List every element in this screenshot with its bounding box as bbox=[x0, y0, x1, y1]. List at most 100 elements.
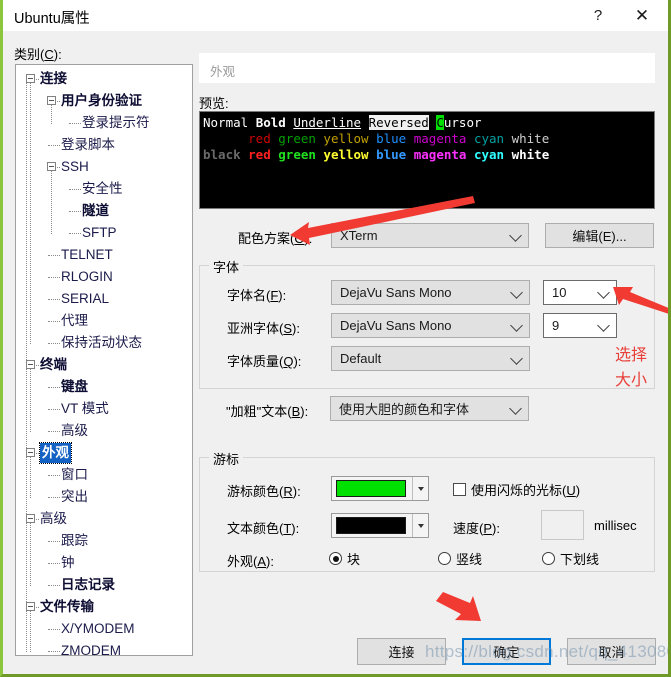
preview-token: cyan bbox=[473, 131, 512, 146]
tree-guide-line bbox=[30, 611, 32, 652]
font-name-label: 字体名(F): bbox=[227, 288, 287, 303]
chevron-down-icon bbox=[597, 318, 610, 332]
tree-expander-icon[interactable] bbox=[47, 162, 56, 171]
category-tree[interactable]: 连接用户身份验证登录提示符登录脚本 SSH 安全性隧道 SFTP TELNET RLOGI… bbox=[15, 64, 193, 656]
tree-item-label: X/YMODEM bbox=[61, 621, 135, 636]
tree-item-label: 用户身份验证 bbox=[61, 93, 142, 108]
tree-item-label: VT 模式 bbox=[61, 401, 109, 416]
tree-expander-icon[interactable] bbox=[26, 74, 35, 83]
tree-connector bbox=[48, 299, 60, 301]
tree-item-13[interactable]: 终端 bbox=[40, 355, 67, 375]
asian-font-size-select[interactable]: 9 bbox=[543, 313, 617, 338]
tree-item-label: 终端 bbox=[40, 357, 67, 372]
tree-item-21[interactable]: 跟踪 bbox=[61, 531, 88, 551]
color-scheme-row: 配色方案(O): XTerm 编辑(E)... bbox=[199, 223, 655, 249]
asian-font-select[interactable]: DejaVu Sans Mono bbox=[331, 313, 530, 338]
tree-item-17[interactable]: 外观 bbox=[39, 442, 72, 464]
font-name-select[interactable]: DejaVu Sans Mono bbox=[331, 280, 530, 305]
preview-token: cyan bbox=[473, 147, 512, 162]
annotation-select-line1: 选择 bbox=[615, 347, 648, 364]
tree-item-3[interactable]: 登录脚本 bbox=[61, 135, 115, 155]
preview-token: yellow bbox=[323, 147, 377, 162]
tree-item-6[interactable]: 隧道 bbox=[82, 201, 109, 221]
font-size-select[interactable]: 10 bbox=[543, 280, 617, 305]
cursor-shape-underline-label: 下划线 bbox=[560, 552, 600, 567]
tree-item-label: 隧道 bbox=[82, 203, 109, 218]
tree-item-label: TELNET bbox=[61, 247, 113, 262]
annotation-select-line2: 大小 bbox=[615, 372, 648, 389]
tree-item-19[interactable]: 突出 bbox=[61, 487, 88, 507]
asian-font-size-value: 9 bbox=[552, 318, 560, 333]
tree-item-label: SERIAL bbox=[61, 291, 110, 306]
tree-connector bbox=[69, 233, 81, 235]
tree-item-8[interactable]: TELNET bbox=[61, 245, 113, 265]
cursor-color-picker[interactable] bbox=[331, 476, 429, 501]
tree-guide-line bbox=[51, 171, 53, 234]
preview-token: ursor bbox=[443, 115, 482, 130]
tree-item-label: ZMODEM bbox=[61, 643, 121, 656]
tree-item-14[interactable]: 键盘 bbox=[61, 377, 88, 397]
cursor-shape-block-radio[interactable]: 块 bbox=[329, 549, 360, 568]
tree-guide-line bbox=[30, 457, 32, 498]
tree-item-0[interactable]: 连接 bbox=[40, 69, 67, 89]
tree-item-label: 外观 bbox=[39, 442, 72, 464]
tree-item-7[interactable]: SFTP bbox=[82, 223, 117, 243]
text-color-label: 文本颜色(T): bbox=[227, 521, 300, 536]
tree-item-12[interactable]: 保持活动状态 bbox=[61, 333, 142, 353]
chevron-down-icon bbox=[509, 228, 522, 242]
tree-item-24[interactable]: 文件传输 bbox=[40, 597, 94, 617]
tree-item-26[interactable]: ZMODEM bbox=[61, 641, 121, 656]
window-title: Ubuntu属性 bbox=[14, 11, 90, 27]
tree-item-2[interactable]: 登录提示符 bbox=[82, 113, 150, 133]
tree-item-label: 登录提示符 bbox=[82, 115, 150, 130]
tree-connector bbox=[48, 585, 60, 587]
cursor-shape-vline-radio[interactable]: 竖线 bbox=[438, 549, 482, 568]
tree-item-9[interactable]: RLOGIN bbox=[61, 267, 113, 287]
tree-item-11[interactable]: 代理 bbox=[61, 311, 88, 331]
color-scheme-select[interactable]: XTerm bbox=[331, 223, 529, 248]
tree-item-23[interactable]: 日志记录 bbox=[61, 575, 115, 595]
preview-token: magenta bbox=[413, 147, 474, 162]
tree-item-label: 连接 bbox=[40, 71, 67, 86]
text-color-swatch bbox=[336, 517, 406, 534]
tree-guide-line bbox=[30, 523, 32, 586]
blink-speed-input[interactable] bbox=[541, 510, 584, 540]
tree-expander-icon[interactable] bbox=[47, 96, 56, 105]
preview-token: Reversed bbox=[368, 115, 429, 130]
cursor-color-swatch bbox=[336, 480, 406, 497]
tree-item-16[interactable]: 高级 bbox=[61, 421, 88, 441]
tree-item-25[interactable]: X/YMODEM bbox=[61, 619, 135, 639]
tree-item-4[interactable]: SSH bbox=[61, 157, 89, 177]
tree-item-label: 保持活动状态 bbox=[61, 335, 142, 350]
tree-item-label: 键盘 bbox=[61, 379, 88, 394]
tree-item-15[interactable]: VT 模式 bbox=[61, 399, 109, 419]
tree-item-1[interactable]: 用户身份验证 bbox=[61, 91, 142, 111]
cursor-shape-underline-radio[interactable]: 下划线 bbox=[542, 549, 599, 568]
preview-token: white bbox=[511, 147, 550, 162]
appearance-label: 外观(A): bbox=[227, 554, 274, 569]
preview-token: C bbox=[436, 115, 444, 130]
tree-item-label: 突出 bbox=[61, 489, 88, 504]
bold-text-label: "加粗"文本(B): bbox=[226, 404, 309, 419]
font-name-value: DejaVu Sans Mono bbox=[340, 285, 452, 300]
help-button[interactable]: ? bbox=[576, 0, 620, 31]
dropdown-arrow-icon[interactable] bbox=[412, 514, 428, 537]
bold-text-select[interactable]: 使用大胆的颜色和字体 bbox=[330, 396, 529, 421]
text-color-picker[interactable] bbox=[331, 513, 429, 538]
tree-connector bbox=[48, 475, 60, 477]
tree-item-10[interactable]: SERIAL bbox=[61, 289, 109, 309]
tree-item-22[interactable]: 钟 bbox=[61, 553, 75, 573]
edit-scheme-button[interactable]: 编辑(E)... bbox=[545, 223, 654, 248]
cursor-shape-block-label: 块 bbox=[347, 552, 361, 567]
font-quality-select[interactable]: Default bbox=[331, 346, 530, 371]
dropdown-arrow-icon[interactable] bbox=[412, 477, 428, 500]
tree-item-5[interactable]: 安全性 bbox=[82, 179, 123, 199]
preview-token: blue bbox=[376, 131, 414, 146]
blinking-cursor-checkbox[interactable]: 使用闪烁的光标(U) bbox=[453, 480, 580, 499]
preview-token: white bbox=[511, 131, 550, 146]
tree-item-18[interactable]: 窗口 bbox=[61, 465, 88, 485]
close-icon[interactable]: ✕ bbox=[620, 0, 664, 31]
tree-item-20[interactable]: 高级 bbox=[40, 509, 67, 529]
tree-item-label: 安全性 bbox=[82, 181, 123, 196]
preview-token: black bbox=[203, 147, 249, 162]
